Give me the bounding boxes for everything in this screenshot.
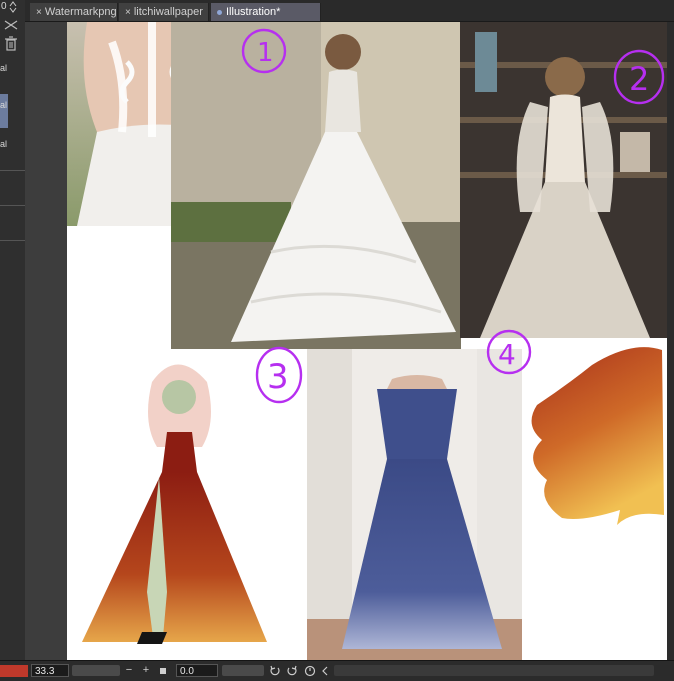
sidebar-value: 0 — [1, 1, 7, 12]
zoom-value: 33.3 — [35, 666, 55, 677]
chevron-left-icon[interactable] — [320, 665, 330, 677]
rotate-left-icon[interactable] — [269, 665, 281, 677]
annotation-circle-4: 4 — [486, 329, 532, 375]
modified-dot-icon — [217, 9, 222, 15]
layer-blend-label: al — [0, 100, 8, 110]
gradient-swatch-image — [531, 347, 664, 525]
tab-label: Watermarkpng — [44, 6, 117, 18]
white-gown-image — [171, 22, 461, 349]
annotation-number: 1 — [257, 38, 274, 68]
tab-litchiwallpaper[interactable]: × litchiwallpaper — [119, 3, 209, 21]
spinner-icon[interactable] — [9, 1, 17, 13]
annotation-circle-2: 2 — [613, 49, 665, 105]
vertical-scrollbar[interactable] — [667, 22, 674, 660]
horizontal-scrollbar[interactable] — [334, 665, 654, 676]
rotation-slider[interactable] — [222, 665, 264, 676]
divider — [0, 240, 25, 241]
tab-label: litchiwallpaper — [133, 6, 203, 18]
tab-watermarkpng[interactable]: × Watermarkpng — [30, 3, 118, 21]
annotation-circle-1: 1 — [241, 28, 287, 74]
reference-photo-white-gown — [171, 22, 461, 349]
trash-icon[interactable] — [4, 36, 18, 52]
close-icon[interactable]: × — [125, 7, 131, 18]
reference-photo-blue-gown — [307, 349, 522, 660]
rotation-field[interactable]: 0.0 — [176, 664, 218, 677]
layer-panel-sidebar: 0 al al al — [0, 0, 26, 660]
zoom-in-button[interactable]: + — [139, 663, 153, 678]
blue-gown-image — [307, 349, 522, 660]
stop-icon[interactable] — [158, 666, 168, 676]
layer-blend-label: al — [0, 139, 8, 149]
zoom-slider[interactable] — [72, 665, 120, 676]
annotation-circle-3: 3 — [255, 346, 303, 404]
annotation-number: 2 — [629, 60, 649, 98]
annotation-number: 3 — [267, 357, 289, 397]
canvas-area[interactable]: 1 2 3 4 — [25, 22, 674, 660]
reset-rotation-icon[interactable] — [304, 665, 316, 677]
rotate-right-icon[interactable] — [286, 665, 298, 677]
divider — [0, 170, 25, 171]
layer-blend-label: al — [0, 63, 8, 73]
color-indicator — [0, 665, 28, 677]
annotation-number: 4 — [498, 338, 516, 371]
illustration-canvas[interactable]: 1 2 3 4 — [67, 22, 667, 660]
zoom-field[interactable]: 33.3 — [31, 664, 69, 677]
divider — [0, 205, 25, 206]
zoom-out-button[interactable]: − — [122, 663, 136, 678]
color-swatch — [522, 340, 667, 540]
document-tab-bar: × Watermarkpng × litchiwallpaper Illustrat… — [25, 0, 674, 22]
layer-settings-icon[interactable] — [3, 18, 19, 32]
tab-illustration[interactable]: Illustration* — [211, 3, 321, 21]
close-icon[interactable]: × — [36, 7, 42, 18]
rotation-value: 0.0 — [180, 666, 194, 677]
status-bar: 33.3 − + 0.0 — [0, 660, 674, 681]
tab-label: Illustration* — [226, 6, 281, 18]
